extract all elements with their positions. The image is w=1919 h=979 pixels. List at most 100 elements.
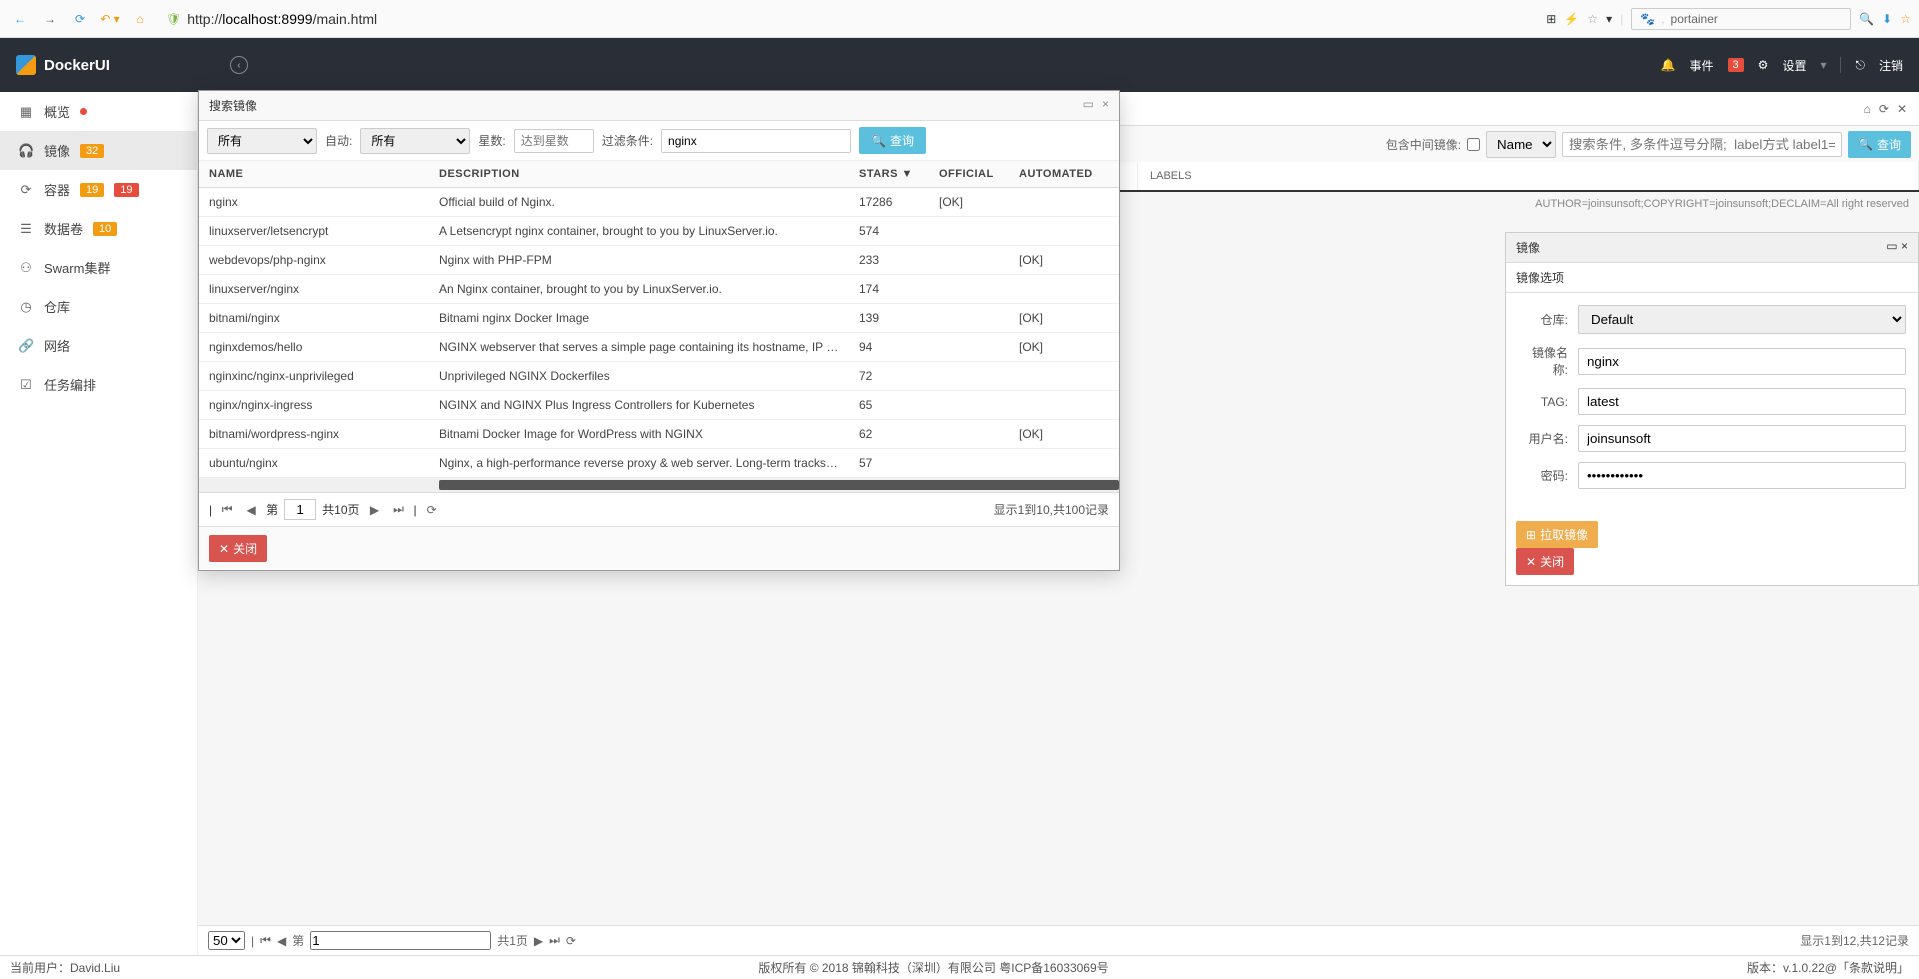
logo-icon <box>16 55 36 75</box>
close-all-icon[interactable]: ✕ <box>1897 102 1907 116</box>
pager-info: 显示1到12,共12记录 <box>1800 932 1909 949</box>
horizontal-scrollbar[interactable] <box>199 478 1119 492</box>
star-icon[interactable]: ☆ <box>1587 12 1598 26</box>
home-icon[interactable]: ⌂ <box>128 7 152 31</box>
dialog-close-button[interactable]: ✕关闭 <box>209 535 267 562</box>
maximize-icon[interactable]: ▭ <box>1083 97 1094 114</box>
task-icon: ☑ <box>18 377 34 393</box>
close-icon[interactable]: × <box>1901 239 1908 253</box>
page-size-select[interactable]: 50 <box>208 931 245 950</box>
include-intermediate-label: 包含中间镜像: <box>1386 136 1461 153</box>
col-auto[interactable]: AUTOMATED <box>1009 161 1119 188</box>
query-button[interactable]: 🔍查询 <box>1848 131 1911 158</box>
filter-input[interactable] <box>661 129 851 153</box>
bell-icon[interactable]: 🔔 <box>1661 58 1676 72</box>
table-row[interactable]: nginxdemos/helloNGINX webserver that ser… <box>199 333 1119 362</box>
table-row[interactable]: linuxserver/nginxAn Nginx container, bro… <box>199 275 1119 304</box>
pager-info: 显示1到10,共100记录 <box>994 501 1109 518</box>
paw-icon: 🐾 <box>1640 12 1655 26</box>
table-row[interactable]: bitnami/nginxBitnami nginx Docker Image1… <box>199 304 1119 333</box>
reload-icon[interactable]: ⟳ <box>1879 102 1889 116</box>
version: 版本：v.1.0.22@「条款说明」 <box>1747 959 1909 976</box>
sidebar-item-network[interactable]: 🔗 网络 <box>0 326 197 365</box>
tag-input[interactable] <box>1578 388 1906 415</box>
download-icon[interactable]: ⬇ <box>1882 12 1892 26</box>
browser-chrome: ← → ⟳ ↶ ▾ ⌂ 🛡 http://localhost:8999/main… <box>0 0 1919 38</box>
search-icon[interactable]: 🔍 <box>1859 12 1874 26</box>
table-row[interactable]: nginxinc/nginx-unprivilegedUnprivileged … <box>199 362 1119 391</box>
forward-icon[interactable]: → <box>38 7 62 31</box>
next-page-icon[interactable]: ▶ <box>366 501 384 519</box>
bg-pager: 50 | ⏮ ◀ 第 共1页 ▶ ⏭ ⟳ 显示1到12,共12记录 <box>198 925 1919 955</box>
first-page-icon[interactable]: ⏮ <box>260 933 271 948</box>
headphones-icon: 🎧 <box>18 143 34 159</box>
user-input[interactable] <box>1578 425 1906 452</box>
all-select-1[interactable]: 所有 <box>207 128 317 154</box>
page-input[interactable] <box>310 931 491 950</box>
auto-select[interactable]: 所有 <box>360 128 470 154</box>
chevron-down-icon[interactable]: ▾ <box>1606 12 1612 26</box>
home-icon[interactable]: ⌂ <box>1864 102 1871 116</box>
table-row[interactable]: ubuntu/nginxNginx, a high-performance re… <box>199 449 1119 478</box>
back-icon[interactable]: ← <box>8 7 32 31</box>
logout-label[interactable]: 注销 <box>1879 57 1903 74</box>
reload-icon[interactable]: ⟳ <box>68 7 92 31</box>
db-icon: ☰ <box>18 221 34 237</box>
events-label[interactable]: 事件 <box>1690 57 1714 74</box>
password-input[interactable] <box>1578 462 1906 489</box>
sidebar-item-images[interactable]: 🎧 镜像 32 <box>0 131 197 170</box>
favorite-icon[interactable]: ☆ <box>1900 12 1911 26</box>
table-row[interactable]: webdevops/php-nginxNginx with PHP-FPM233… <box>199 246 1119 275</box>
sidebar-item-tasks[interactable]: ☑ 任务编排 <box>0 365 197 404</box>
last-page-icon[interactable]: ⏭ <box>549 933 560 948</box>
last-page-icon[interactable]: ⏭ <box>390 501 408 519</box>
table-row[interactable]: nginx/nginx-ingressNGINX and NGINX Plus … <box>199 391 1119 420</box>
col-name[interactable]: NAME <box>199 161 429 188</box>
col-official[interactable]: OFFICIAL <box>929 161 1009 188</box>
page-input[interactable] <box>284 499 316 520</box>
pull-image-button[interactable]: ⊞拉取镜像 <box>1516 521 1598 548</box>
dialog-query-button[interactable]: 🔍查询 <box>859 127 926 154</box>
undo-icon[interactable]: ↶ ▾ <box>98 7 122 31</box>
sidebar-item-swarm[interactable]: ⚇ Swarm集群 <box>0 248 197 287</box>
logout-icon[interactable]: ⎋ <box>1855 58 1865 73</box>
bolt-icon[interactable]: ⚡ <box>1564 12 1579 26</box>
shield-icon: 🛡 <box>166 12 181 26</box>
panel-title: 镜像 <box>1516 239 1540 256</box>
sidebar-item-overview[interactable]: ▦ 概览 <box>0 92 197 131</box>
table-row[interactable]: linuxserver/letsencryptA Letsencrypt ngi… <box>199 217 1119 246</box>
repo-select[interactable]: Default <box>1578 305 1906 334</box>
url-bar[interactable]: 🛡 http://localhost:8999/main.html <box>166 11 866 27</box>
filter-input[interactable] <box>1562 132 1842 157</box>
next-page-icon[interactable]: ▶ <box>534 934 543 948</box>
search-image-dialog: 搜索镜像 ▭ × 所有 自动: 所有 星数: 过滤条件: 🔍查询 NAME DE… <box>198 90 1120 571</box>
image-name-input[interactable] <box>1578 348 1906 375</box>
refresh-icon: ⟳ <box>18 182 34 198</box>
first-page-icon[interactable]: ⏮ <box>218 501 236 519</box>
sidebar-item-containers[interactable]: ⟳ 容器 19 19 <box>0 170 197 209</box>
reload-icon[interactable]: ⟳ <box>423 501 441 519</box>
minimize-icon[interactable]: ▭ <box>1886 239 1897 253</box>
gear-icon[interactable]: ⚙ <box>1758 58 1769 72</box>
settings-label[interactable]: 设置 <box>1782 57 1806 74</box>
qr-icon[interactable]: ⊞ <box>1546 12 1556 26</box>
panel-close-button[interactable]: ✕关闭 <box>1516 548 1574 575</box>
name-select[interactable]: Name <box>1486 131 1556 158</box>
dialog-title: 搜索镜像 <box>209 97 257 114</box>
sidebar-item-registry[interactable]: ◷ 仓库 <box>0 287 197 326</box>
col-stars[interactable]: STARS ▼ <box>849 161 929 188</box>
prev-page-icon[interactable]: ◀ <box>277 934 286 948</box>
sidebar-collapse-icon[interactable]: ‹ <box>230 56 248 74</box>
table-row[interactable]: nginxOfficial build of Nginx.17286[OK] <box>199 188 1119 217</box>
events-count: 3 <box>1728 58 1744 72</box>
col-desc[interactable]: DESCRIPTION <box>429 161 849 188</box>
include-intermediate-checkbox[interactable] <box>1467 138 1480 151</box>
cluster-icon: ⚇ <box>18 260 34 276</box>
prev-page-icon[interactable]: ◀ <box>242 501 260 519</box>
stars-input[interactable] <box>514 129 594 153</box>
sidebar-item-volumes[interactable]: ☰ 数据卷 10 <box>0 209 197 248</box>
table-row[interactable]: bitnami/wordpress-nginxBitnami Docker Im… <box>199 420 1119 449</box>
close-icon[interactable]: × <box>1102 97 1109 114</box>
browser-search[interactable]: 🐾 , portainer <box>1631 8 1851 30</box>
reload-icon[interactable]: ⟳ <box>566 934 576 948</box>
